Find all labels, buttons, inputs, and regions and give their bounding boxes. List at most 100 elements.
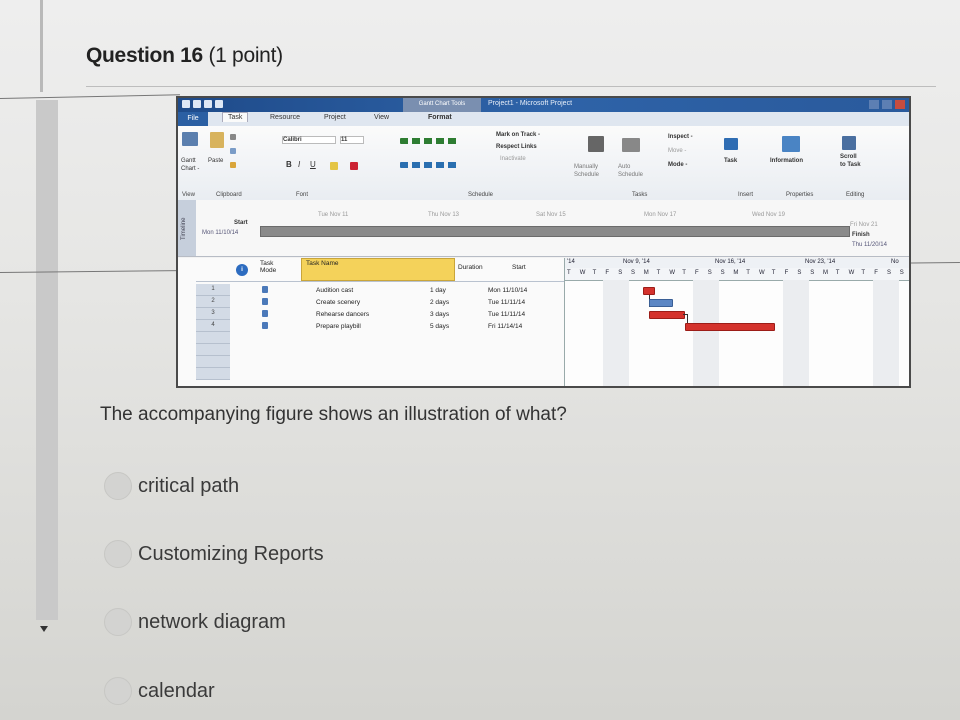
font-color-icon[interactable]: [350, 162, 358, 170]
ribbon-tabs: File Task Resource Project View Format: [178, 112, 909, 126]
scroll-to-task-icon[interactable]: [842, 136, 856, 150]
gantt-bar-audition-cast[interactable]: [643, 287, 655, 295]
timeline-finish-date: Thu 11/20/14: [852, 242, 887, 248]
row-number[interactable]: [196, 368, 230, 380]
editing-group-label: Editing: [846, 192, 865, 198]
day-letter: W: [669, 270, 676, 276]
duration-cell[interactable]: 3 days: [430, 311, 449, 318]
copy-icon[interactable]: [230, 148, 236, 154]
timeline-date: Sat Nov 15: [536, 212, 566, 218]
radio-button[interactable]: [104, 472, 132, 500]
window-controls: [869, 100, 905, 109]
radio-button[interactable]: [104, 608, 132, 636]
bold-icon[interactable]: B: [286, 160, 292, 169]
gantt-bar-create-scenery[interactable]: [649, 299, 673, 307]
day-letter: T: [592, 270, 597, 276]
day-letter: F: [784, 270, 789, 276]
start-cell[interactable]: Tue 11/11/14: [488, 299, 525, 306]
italic-icon[interactable]: I: [298, 160, 300, 169]
row-number[interactable]: 2: [196, 296, 230, 308]
info-icon[interactable]: i: [236, 264, 248, 276]
gantt-bar-prepare-playbill[interactable]: [685, 323, 775, 331]
clipboard-group-label: Clipboard: [216, 192, 242, 198]
move-button[interactable]: Move -: [668, 148, 686, 154]
format-painter-icon[interactable]: [230, 162, 236, 168]
tab-view[interactable]: View: [374, 114, 389, 121]
option-network-diagram[interactable]: network diagram: [104, 608, 286, 636]
day-letter: T: [835, 270, 840, 276]
highlight-icon[interactable]: [330, 162, 338, 170]
font-size-box[interactable]: 11: [340, 136, 364, 144]
timeline-finish-label: Finish: [852, 232, 870, 238]
option-label[interactable]: calendar: [138, 680, 215, 703]
row-number[interactable]: [196, 332, 230, 344]
window-titlebar: Gantt Chart Tools Project1 - Microsoft P…: [178, 98, 909, 112]
dropdown-arrow-icon[interactable]: [40, 626, 48, 632]
task-name-cell[interactable]: Prepare playbill: [316, 323, 361, 330]
tab-file[interactable]: File: [178, 112, 208, 126]
option-critical-path[interactable]: critical path: [104, 472, 239, 500]
pin-icon[interactable]: [588, 136, 604, 152]
option-customizing-reports[interactable]: Customizing Reports: [104, 540, 324, 568]
timeline-start-date: Mon 11/10/14: [202, 230, 239, 236]
question-prompt: The accompanying figure shows an illustr…: [100, 404, 567, 425]
cut-icon[interactable]: [230, 134, 236, 140]
duration-cell[interactable]: 2 days: [430, 299, 449, 306]
start-cell[interactable]: Fri 11/14/14: [488, 323, 522, 330]
timeline-bar[interactable]: [260, 226, 850, 237]
question-number: Question 16: [86, 44, 203, 67]
information-icon[interactable]: [782, 136, 800, 152]
timeline: Timeline Tue Nov 11 Thu Nov 13 Sat Nov 1…: [178, 200, 909, 257]
gantt-label: Gantt: [181, 158, 196, 164]
insert-task-label: Task: [724, 158, 738, 164]
row-number[interactable]: 4: [196, 320, 230, 332]
tab-resource[interactable]: Resource: [270, 114, 300, 121]
mark-on-track-button[interactable]: Mark on Track -: [496, 132, 540, 138]
start-cell[interactable]: Mon 11/10/14: [488, 287, 527, 294]
task-name-cell[interactable]: Create scenery: [316, 299, 360, 306]
underline-icon[interactable]: U: [310, 160, 316, 169]
start-header[interactable]: Start: [512, 264, 526, 271]
tab-format[interactable]: Format: [428, 114, 452, 121]
mode-button[interactable]: Mode -: [668, 162, 687, 168]
auto-scheduled-icon: [262, 310, 268, 317]
timeline-date: Mon Nov 17: [644, 212, 677, 218]
day-letter: S: [631, 270, 636, 276]
task-name-cell[interactable]: Rehearse dancers: [316, 311, 369, 318]
row-number[interactable]: 3: [196, 308, 230, 320]
radio-button[interactable]: [104, 540, 132, 568]
insert-task-icon[interactable]: [724, 138, 738, 150]
task-name-cell[interactable]: Audition cast: [316, 287, 353, 294]
inactivate-button[interactable]: Inactivate: [500, 156, 526, 162]
tab-task[interactable]: Task: [222, 112, 249, 122]
gantt-chart: '14 Nov 9, '14 Nov 16, '14 Nov 23, '14 N…: [564, 258, 909, 386]
font-name-box[interactable]: Calibri: [282, 136, 336, 144]
day-letter: T: [682, 270, 686, 276]
duration-cell[interactable]: 5 days: [430, 323, 449, 330]
option-calendar[interactable]: calendar: [104, 677, 215, 705]
row-number[interactable]: 1: [196, 284, 230, 296]
day-letter: S: [707, 270, 712, 276]
auto-schedule-icon[interactable]: [622, 138, 640, 152]
duration-header[interactable]: Duration: [458, 264, 483, 271]
inspect-button[interactable]: Inspect -: [668, 134, 693, 140]
row-number[interactable]: [196, 344, 230, 356]
task-mode-header[interactable]: Task Mode: [260, 260, 290, 274]
option-label[interactable]: critical path: [138, 475, 239, 498]
gantt-chart-icon[interactable]: [182, 132, 198, 146]
week-label: '14: [567, 259, 575, 265]
respect-links-button[interactable]: Respect Links: [496, 144, 537, 150]
percent-complete-icons[interactable]: [400, 138, 460, 144]
duration-cell[interactable]: 1 day: [430, 287, 446, 294]
paste-icon[interactable]: [210, 132, 224, 148]
title-divider: [86, 86, 936, 87]
task-name-header[interactable]: Task Name: [306, 260, 339, 267]
option-label[interactable]: Customizing Reports: [138, 543, 324, 566]
indent-link-icons[interactable]: [400, 162, 460, 168]
radio-button[interactable]: [104, 677, 132, 705]
start-cell[interactable]: Tue 11/11/14: [488, 311, 525, 318]
gantt-bar-rehearse-dancers[interactable]: [649, 311, 685, 319]
option-label[interactable]: network diagram: [138, 611, 286, 634]
row-number[interactable]: [196, 356, 230, 368]
tab-project[interactable]: Project: [324, 114, 346, 121]
